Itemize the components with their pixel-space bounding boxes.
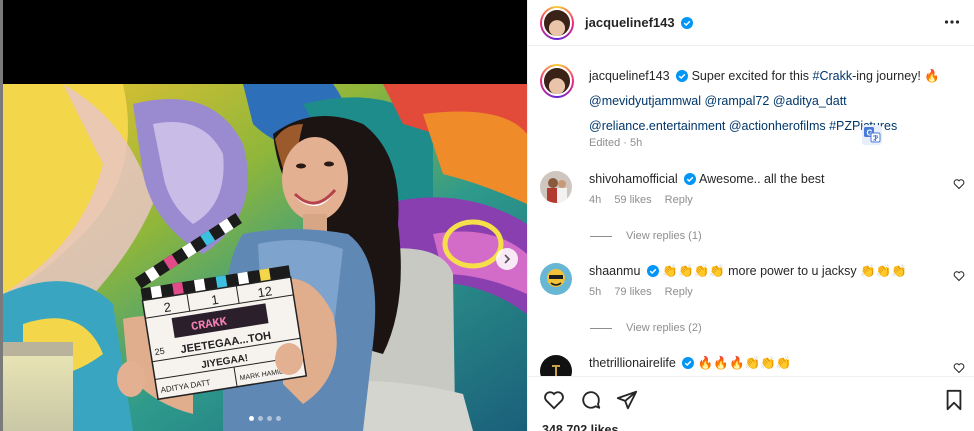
like-comment-button[interactable]: [953, 177, 965, 195]
clapper-scene: 25: [154, 346, 165, 357]
translate-icon: G: [864, 127, 881, 143]
post-image[interactable]: 2 1 12 CRAKK JEETEGAA...TOH JIYEGAA! ADI…: [3, 84, 527, 431]
bookmark-icon: [946, 389, 962, 411]
comment-time: 4h: [589, 194, 602, 206]
comment-text: Awesome.. all the best: [698, 172, 825, 186]
comment-likes[interactable]: 79 likes: [614, 286, 651, 298]
caption-text-prefix: Super excited for this: [691, 69, 813, 83]
caption-username[interactable]: jacquelinef143: [589, 69, 670, 83]
comment-text: 🔥🔥🔥👏👏👏: [697, 356, 792, 370]
hashtag-link[interactable]: #Crakk: [813, 69, 853, 83]
media-letterbox-top: [0, 0, 527, 84]
mention-link[interactable]: @reliance.entertainment: [589, 119, 725, 133]
view-replies-label[interactable]: View replies (2): [626, 322, 702, 334]
view-replies-line: [590, 327, 612, 329]
comment-item: shaanmu 👏👏👏👏 more power to u jacksy 👏👏👏 …: [540, 263, 965, 298]
commenter-username[interactable]: thetrillionairelife: [589, 356, 676, 370]
comment-time: 5h: [589, 286, 602, 298]
commenter-username[interactable]: shivohamofficial: [589, 172, 678, 186]
carousel-dot: [276, 416, 281, 421]
verified-badge-icon: [681, 17, 694, 29]
comment-body: shivohamofficial Awesome.. all the best: [589, 171, 965, 188]
next-slide-button[interactable]: [496, 248, 518, 270]
verified-badge-icon: [682, 357, 695, 369]
mention-link[interactable]: @actionherofilms: [729, 119, 826, 133]
comment-meta: 5h 79 likes Reply: [589, 286, 965, 298]
carousel-dot: [249, 416, 254, 421]
author-username-text[interactable]: jacquelinef143: [585, 15, 675, 30]
comment-likes[interactable]: 59 likes: [614, 194, 651, 206]
heart-icon: [953, 363, 965, 374]
share-button[interactable]: [616, 389, 638, 416]
comment-bubble-icon: [582, 391, 601, 409]
post-actions: [528, 376, 974, 422]
post-header: jacquelinef143: [528, 0, 974, 46]
author-username[interactable]: jacquelinef143: [585, 15, 694, 30]
clapper-take-c: 12: [257, 283, 274, 300]
comment-button[interactable]: [580, 389, 602, 416]
post-media: 2 1 12 CRAKK JEETEGAA...TOH JIYEGAA! ADI…: [0, 0, 527, 431]
commenter-username[interactable]: shaanmu: [589, 264, 640, 278]
heart-icon: [953, 271, 965, 282]
reply-button[interactable]: Reply: [665, 286, 693, 298]
carousel-dot: [267, 416, 272, 421]
heart-icon: [953, 179, 965, 190]
view-replies-button[interactable]: View replies (1): [590, 230, 702, 242]
view-replies-line: [590, 235, 612, 237]
author-avatar[interactable]: [540, 5, 574, 40]
caption-text-suffix: -ing journey! 🔥: [852, 69, 940, 83]
paper-plane-icon: [616, 390, 638, 410]
caption-text: jacquelinef143 Super excited for this #C…: [589, 64, 960, 139]
more-options-button[interactable]: [944, 14, 960, 35]
more-horizontal-icon: [944, 20, 960, 24]
post-caption: jacquelinef143 Super excited for this #C…: [540, 64, 960, 149]
carousel-dot: [258, 416, 263, 421]
likes-count[interactable]: 348,702 likes: [542, 423, 618, 431]
heart-icon: [544, 391, 564, 410]
translate-button[interactable]: G: [862, 125, 882, 145]
mention-link[interactable]: @aditya_datt: [773, 94, 847, 108]
carousel-indicator: [249, 416, 281, 421]
like-button[interactable]: [543, 389, 565, 416]
comment-item: thetrillionairelife 🔥🔥🔥👏👏👏: [540, 355, 965, 376]
commenter-avatar[interactable]: [540, 263, 572, 295]
comment-body: shaanmu 👏👏👏👏 more power to u jacksy 👏👏👏: [589, 263, 965, 280]
like-comment-button[interactable]: [953, 361, 965, 376]
save-button[interactable]: [944, 389, 964, 416]
view-replies-label[interactable]: View replies (1): [626, 230, 702, 242]
verified-badge-icon: [646, 265, 659, 277]
mention-link[interactable]: @rampal72: [705, 94, 770, 108]
verified-badge-icon: [676, 70, 689, 82]
comment-text: 👏👏👏👏 more power to u jacksy 👏👏👏: [662, 264, 907, 278]
commenter-avatar[interactable]: [540, 355, 572, 376]
comment-body: thetrillionairelife 🔥🔥🔥👏👏👏: [589, 355, 965, 372]
post-image-art: 2 1 12 CRAKK JEETEGAA...TOH JIYEGAA! ADI…: [3, 84, 527, 431]
view-replies-button[interactable]: View replies (2): [590, 322, 702, 334]
mention-link[interactable]: @mevidyutjammwal: [589, 94, 701, 108]
chevron-right-icon: [504, 254, 511, 264]
caption-author-avatar[interactable]: [540, 64, 574, 98]
comment-meta: 4h 59 likes Reply: [589, 194, 965, 206]
comments-section[interactable]: jacquelinef143 Super excited for this #C…: [528, 47, 974, 376]
like-comment-button[interactable]: [953, 269, 965, 287]
comment-item: shivohamofficial Awesome.. all the best …: [540, 171, 965, 206]
reply-button[interactable]: Reply: [665, 194, 693, 206]
post-panel: jacquelinef143 jacquelinef143 Super exci…: [527, 0, 974, 431]
commenter-avatar[interactable]: [540, 171, 572, 203]
verified-badge-icon: [684, 173, 697, 185]
